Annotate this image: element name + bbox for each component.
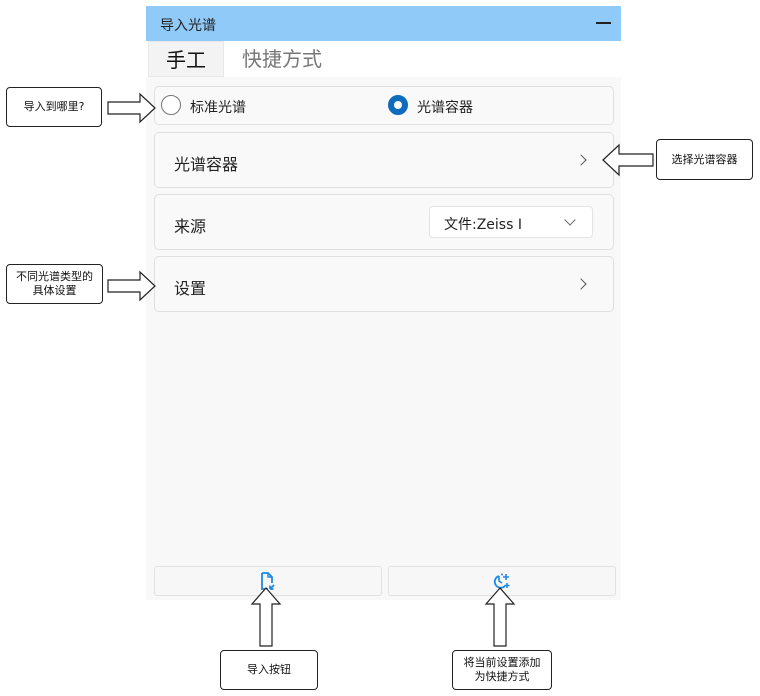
arrow-up-icon	[484, 587, 516, 647]
callout-import-button: 导入按钮	[220, 650, 318, 690]
minimize-icon[interactable]	[596, 22, 611, 24]
radio-label-standard-spectrum[interactable]: 标准光谱	[190, 97, 246, 117]
radio-standard-spectrum[interactable]	[161, 95, 181, 115]
source-label: 来源	[174, 217, 207, 236]
callout-type-settings-text: 不同光谱类型的 具体设置	[16, 270, 93, 298]
spectrum-container-label: 光谱容器	[174, 155, 239, 174]
callout-import-button-text: 导入按钮	[247, 663, 291, 676]
settings-row[interactable]: 设置	[154, 256, 614, 312]
chevron-right-icon	[575, 278, 587, 290]
callout-add-shortcut-text: 将当前设置添加 为快捷方式	[464, 656, 541, 684]
callout-add-shortcut-line1: 将当前设置添加	[463, 656, 541, 669]
chevron-down-icon	[564, 214, 576, 226]
spectrum-container-row[interactable]: 光谱容器	[154, 132, 614, 188]
arrow-right-icon	[107, 92, 156, 124]
source-dropdown-value: 文件:Zeiss I	[444, 217, 522, 233]
arrow-left-icon	[602, 143, 654, 177]
callout-add-shortcut: 将当前设置添加 为快捷方式	[452, 650, 552, 690]
source-dropdown[interactable]: 文件:Zeiss I	[429, 206, 593, 238]
radio-label-spectrum-container[interactable]: 光谱容器	[417, 97, 473, 117]
window-title: 导入光谱	[160, 18, 216, 34]
tab-shortcuts[interactable]: 快捷方式	[242, 41, 322, 77]
arrow-up-icon	[250, 587, 282, 647]
callout-type-settings-line1: 不同光谱类型的	[16, 270, 93, 283]
callout-type-settings: 不同光谱类型的 具体设置	[6, 264, 103, 304]
callout-add-shortcut-line2: 为快捷方式	[474, 670, 530, 683]
callout-where-to-import: 导入到哪里?	[6, 87, 102, 127]
callout-type-settings-line2: 具体设置	[32, 284, 77, 297]
settings-label: 设置	[174, 279, 207, 298]
callout-where-to-import-text: 导入到哪里?	[23, 100, 85, 113]
callout-select-container-text: 选择光谱容器	[671, 152, 738, 166]
source-row: 来源 文件:Zeiss I	[154, 194, 614, 250]
arrow-right-icon	[107, 270, 156, 302]
tab-bar: 手工 快捷方式	[146, 41, 621, 77]
radio-spectrum-container[interactable]	[388, 95, 408, 115]
tab-manual[interactable]: 手工	[148, 41, 224, 77]
import-spectrum-dialog: 导入光谱 手工 快捷方式 标准光谱 光谱容器 光谱容器 来源 文件:Zeiss …	[146, 6, 621, 600]
destination-selector: 标准光谱 光谱容器	[154, 86, 614, 125]
titlebar: 导入光谱	[146, 6, 621, 41]
chevron-right-icon	[575, 154, 587, 166]
callout-select-container: 选择光谱容器	[656, 139, 753, 180]
